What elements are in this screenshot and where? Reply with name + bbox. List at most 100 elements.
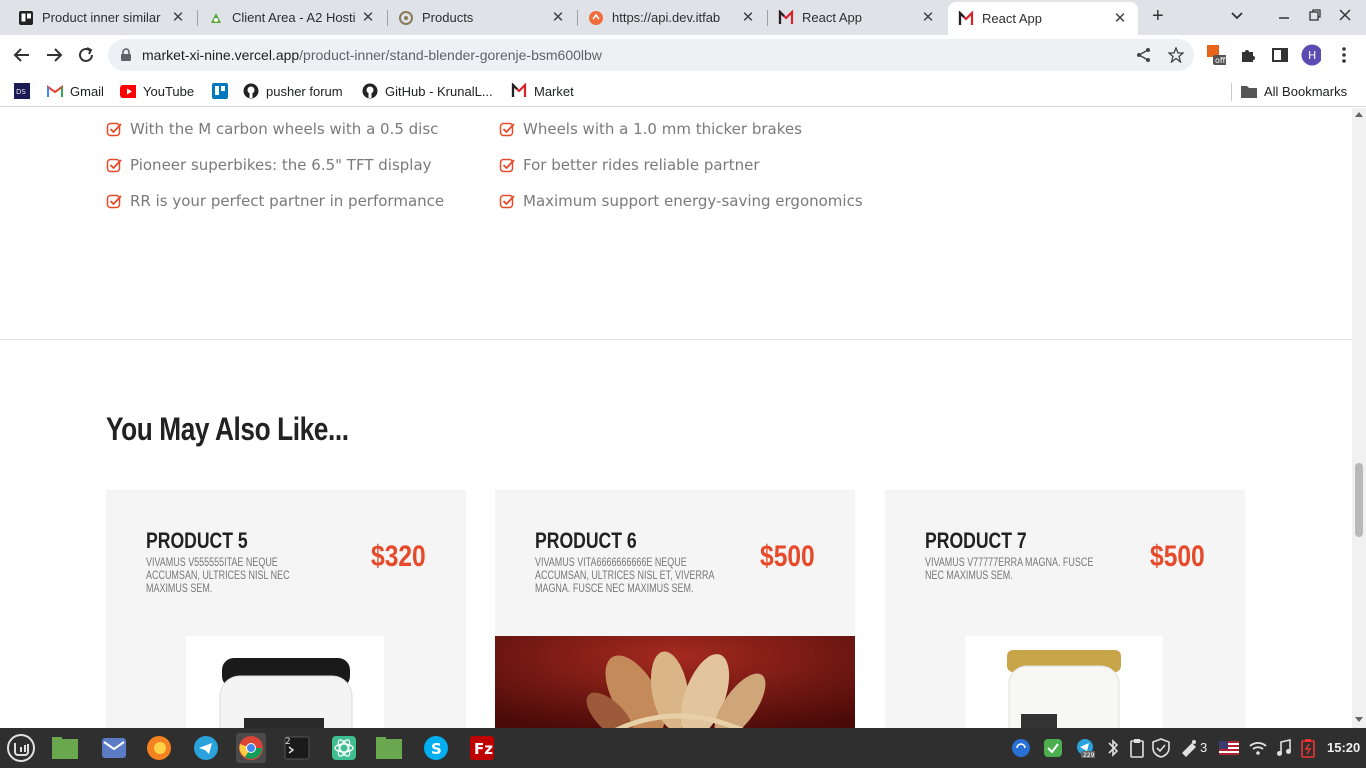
- minimize-icon[interactable]: [1277, 8, 1291, 25]
- lock-icon[interactable]: [120, 48, 132, 67]
- product-card[interactable]: PRODUCT 7 VIVAMUS V77777ERRA MAGNA. FUSC…: [885, 490, 1245, 728]
- checklist-icon: [499, 122, 515, 137]
- sound-icon[interactable]: [1274, 738, 1294, 758]
- page-scrollbar[interactable]: [1352, 108, 1366, 728]
- tab-title: https://api.dev.itfab: [612, 10, 721, 25]
- product-name[interactable]: PRODUCT 5: [146, 528, 248, 554]
- telegram-tray-icon[interactable]: 229: [1075, 738, 1095, 758]
- battery-icon[interactable]: [1298, 738, 1318, 758]
- notifications-count: 3: [1200, 740, 1208, 755]
- bookmark-market[interactable]: Market: [511, 82, 574, 100]
- product-description: VIVAMUS VITA6666666666E NEQUE ACCUMSAN, …: [535, 557, 714, 595]
- close-tab-icon[interactable]: ✕: [360, 9, 376, 26]
- bookmark-ds[interactable]: DS: [14, 82, 37, 100]
- feature-text: Wheels with a 1.0 mm thicker brakes: [523, 120, 802, 138]
- product-card[interactable]: PRODUCT 6 VIVAMUS VITA6666666666E NEQUE …: [495, 490, 855, 728]
- mail-icon[interactable]: [99, 733, 129, 763]
- update-check-icon[interactable]: [1043, 738, 1063, 758]
- tab-strip: Product inner similar ✕ Client Area - A2…: [0, 0, 1366, 35]
- svg-text:off: off: [1215, 56, 1226, 65]
- folder-icon: [1241, 83, 1257, 99]
- close-tab-icon[interactable]: ✕: [740, 9, 756, 26]
- browser-tab[interactable]: https://api.dev.itfab ✕: [578, 3, 766, 32]
- feature-text: RR is your perfect partner in performanc…: [130, 192, 445, 210]
- filezilla-icon[interactable]: Fz: [467, 733, 497, 763]
- extensions-puzzle-icon[interactable]: [1238, 45, 1258, 65]
- clock[interactable]: 15:20: [1327, 740, 1360, 755]
- files-icon[interactable]: [50, 733, 80, 763]
- feature-text: Pioneer superbikes: the 6.5" TFT display: [130, 156, 432, 174]
- url-host: market-xi-nine.vercel.app: [142, 47, 300, 63]
- maximize-icon[interactable]: [1308, 8, 1322, 25]
- forward-button[interactable]: [42, 43, 66, 67]
- browser-tab[interactable]: Client Area - A2 Hosti ✕: [198, 3, 386, 32]
- firefox-icon[interactable]: [144, 733, 174, 763]
- checklist-icon: [499, 158, 515, 173]
- bookmark-gmail[interactable]: Gmail: [47, 82, 104, 100]
- scrollbar-thumb[interactable]: [1355, 463, 1363, 537]
- url-text[interactable]: market-xi-nine.vercel.app/product-inner/…: [142, 47, 602, 63]
- chrome-icon[interactable]: [236, 733, 266, 763]
- product-name[interactable]: PRODUCT 6: [535, 528, 637, 554]
- sync-icon[interactable]: [1011, 738, 1031, 758]
- svg-text:S: S: [431, 740, 442, 758]
- youtube-icon: [120, 83, 136, 99]
- profile-avatar[interactable]: H: [1301, 44, 1321, 66]
- browser-tab-active[interactable]: React App ✕: [948, 2, 1138, 35]
- terminal-badge: 2: [285, 737, 291, 747]
- back-button[interactable]: [10, 43, 34, 67]
- close-window-icon[interactable]: [1338, 8, 1352, 25]
- bookmark-pusher-forum[interactable]: pusher forum: [243, 82, 343, 100]
- product-price: $500: [1150, 540, 1205, 573]
- share-icon[interactable]: [1136, 47, 1152, 63]
- browser-tab[interactable]: React App ✕: [768, 3, 946, 32]
- shield-icon[interactable]: [1151, 738, 1171, 758]
- close-tab-icon[interactable]: ✕: [920, 9, 936, 26]
- scroll-up-icon: [1355, 112, 1363, 117]
- product-image[interactable]: [186, 636, 384, 728]
- product-image[interactable]: [495, 636, 855, 728]
- market-logo-icon: [958, 10, 974, 27]
- all-bookmarks[interactable]: All Bookmarks: [1241, 82, 1347, 100]
- tab-search-icon[interactable]: [1230, 8, 1244, 25]
- feature-text: With the M carbon wheels with a 0.5 disc: [130, 120, 439, 138]
- tab-title: React App: [802, 10, 862, 25]
- skype-icon[interactable]: S: [421, 733, 451, 763]
- product-name[interactable]: PRODUCT 7: [925, 528, 1027, 554]
- bluetooth-icon[interactable]: [1103, 738, 1123, 758]
- atom-icon[interactable]: [329, 733, 359, 763]
- extension-off-icon[interactable]: off: [1206, 45, 1226, 65]
- bookmark-youtube[interactable]: YouTube: [120, 82, 194, 100]
- swagger-icon: [588, 10, 604, 26]
- mint-menu-icon[interactable]: [6, 733, 36, 763]
- tab-title: Product inner similar: [42, 10, 161, 25]
- wifi-icon[interactable]: [1248, 738, 1268, 758]
- new-tab-icon[interactable]: +: [1152, 5, 1164, 28]
- address-bar[interactable]: market-xi-nine.vercel.app/product-inner/…: [108, 39, 1194, 71]
- feature-item: For better rides reliable partner: [499, 156, 760, 174]
- product-card[interactable]: PRODUCT 5 VIVAMUS V555555ITAE NEQUE ACCU…: [106, 490, 466, 728]
- reload-button[interactable]: [74, 43, 98, 67]
- clipboard-icon[interactable]: [1127, 738, 1147, 758]
- browser-tab[interactable]: Product inner similar ✕: [8, 3, 196, 32]
- folder-icon[interactable]: [374, 733, 404, 763]
- product-image[interactable]: [965, 636, 1163, 728]
- keyboard-layout-flag-icon[interactable]: [1219, 738, 1239, 758]
- profile-initial: H: [1308, 49, 1316, 62]
- scroll-down-icon: [1355, 717, 1363, 722]
- browser-tab[interactable]: Products ✕: [388, 3, 576, 32]
- menu-kebab-icon[interactable]: [1334, 45, 1354, 65]
- bookmark-trello[interactable]: [212, 82, 235, 100]
- close-tab-icon[interactable]: ✕: [550, 9, 566, 26]
- feature-text: For better rides reliable partner: [523, 156, 760, 174]
- terminal-icon[interactable]: 2: [282, 733, 312, 763]
- market-logo-icon: [778, 9, 794, 26]
- close-tab-icon[interactable]: ✕: [170, 9, 186, 26]
- telegram-icon[interactable]: [191, 733, 221, 763]
- close-tab-icon[interactable]: ✕: [1112, 10, 1128, 27]
- bookmark-github-krunal[interactable]: GitHub - KrunalL...: [362, 82, 493, 100]
- notifications-icon[interactable]: [1179, 738, 1199, 758]
- feature-item: Wheels with a 1.0 mm thicker brakes: [499, 120, 802, 138]
- side-panel-icon[interactable]: [1270, 45, 1290, 65]
- bookmark-star-icon[interactable]: [1167, 46, 1185, 64]
